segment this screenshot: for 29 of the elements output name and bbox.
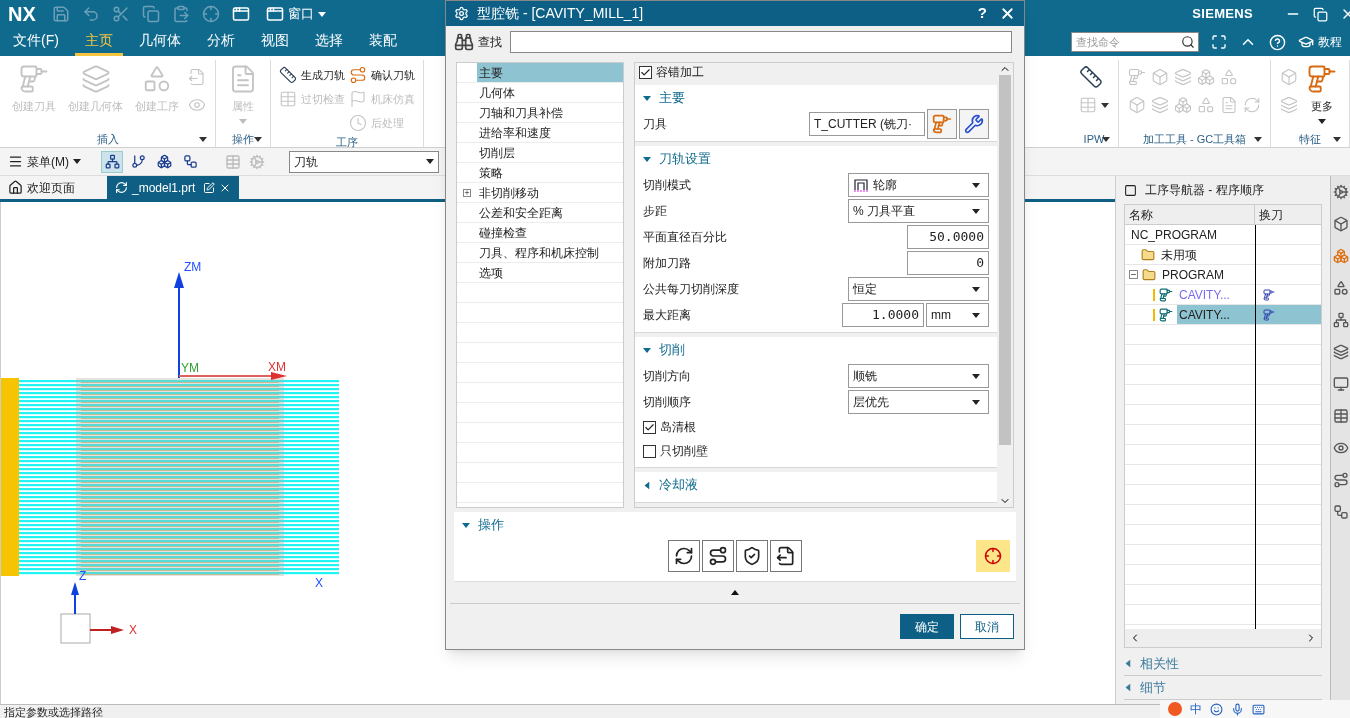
field-label: 附加刀路 [643, 255, 691, 272]
checkbox-label: 容错加工 [656, 64, 704, 81]
group-label: 操作 [232, 131, 254, 147]
dialog-title: 型腔铣 - [CAVITY_MILL_1] [477, 4, 645, 23]
axis-label: X [315, 576, 323, 590]
field-label: 刀具 [643, 116, 667, 133]
field-label: 公共每刀切削深度 [643, 281, 739, 298]
app-logo: NX [7, 2, 37, 27]
axis-label: X [129, 623, 137, 637]
group-label: 加工工具 - GC工具箱 [1142, 131, 1247, 147]
find-label: 查找 [478, 34, 502, 51]
group-label: IPW [1083, 131, 1105, 147]
field-label: 平面直径百分比 [643, 229, 727, 246]
navigator-title: 工序导航器 - 程序顺序 [1145, 182, 1264, 199]
group-label: 插入 [96, 131, 119, 147]
field-label: 最大距离 [643, 307, 691, 324]
axis-label: ZM [184, 260, 202, 274]
checkbox-label: 只切削壁 [660, 443, 708, 460]
axis-label: YM [181, 361, 199, 375]
group-label: 工序 [336, 134, 358, 150]
group-label: 特征 [1299, 131, 1321, 147]
field-label: 步距 [643, 203, 667, 220]
field-label: 切削顺序 [643, 394, 691, 411]
field-label: 切削方向 [643, 368, 691, 385]
brand-label: SIEMENS [1192, 5, 1253, 24]
axis-label: XM [268, 360, 286, 374]
status-message: 指定参数或选择路径 [3, 705, 104, 718]
field-label: 切削模式 [643, 177, 691, 194]
checkbox-label: 岛清根 [660, 419, 696, 436]
